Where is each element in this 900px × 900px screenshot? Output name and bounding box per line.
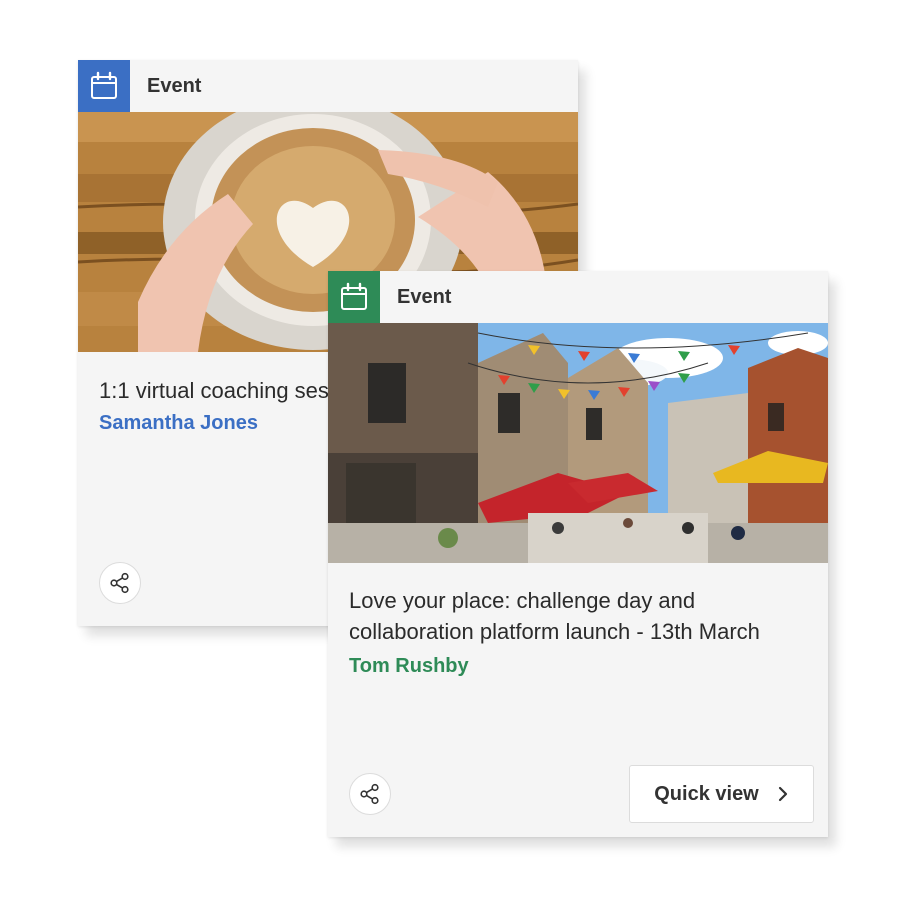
quick-view-button[interactable]: Quick view bbox=[629, 765, 814, 823]
street-bunting-photo: 23attendees bbox=[328, 323, 828, 563]
share-button[interactable] bbox=[99, 562, 141, 604]
card-header: Event bbox=[78, 60, 578, 112]
card-title[interactable]: 1:1 virtual coaching ses bbox=[99, 375, 329, 406]
event-card-love-your-place[interactable]: Event Love your place: challenge day and… bbox=[328, 271, 828, 837]
card-author[interactable]: Samantha Jones bbox=[99, 412, 258, 435]
card-header: Event bbox=[328, 271, 828, 323]
card-type-label: Event bbox=[397, 285, 452, 308]
calendar-icon bbox=[328, 271, 380, 323]
card-type-label: Event bbox=[147, 74, 202, 97]
share-icon bbox=[360, 783, 379, 805]
calendar-icon bbox=[78, 60, 130, 112]
chevron-right-icon bbox=[778, 786, 787, 802]
share-button[interactable] bbox=[349, 773, 391, 815]
card-title[interactable]: Love your place: challenge day and colla… bbox=[349, 585, 809, 647]
card-author[interactable]: Tom Rushby bbox=[349, 655, 469, 678]
share-icon bbox=[110, 572, 129, 594]
quick-view-label: Quick view bbox=[654, 782, 759, 805]
